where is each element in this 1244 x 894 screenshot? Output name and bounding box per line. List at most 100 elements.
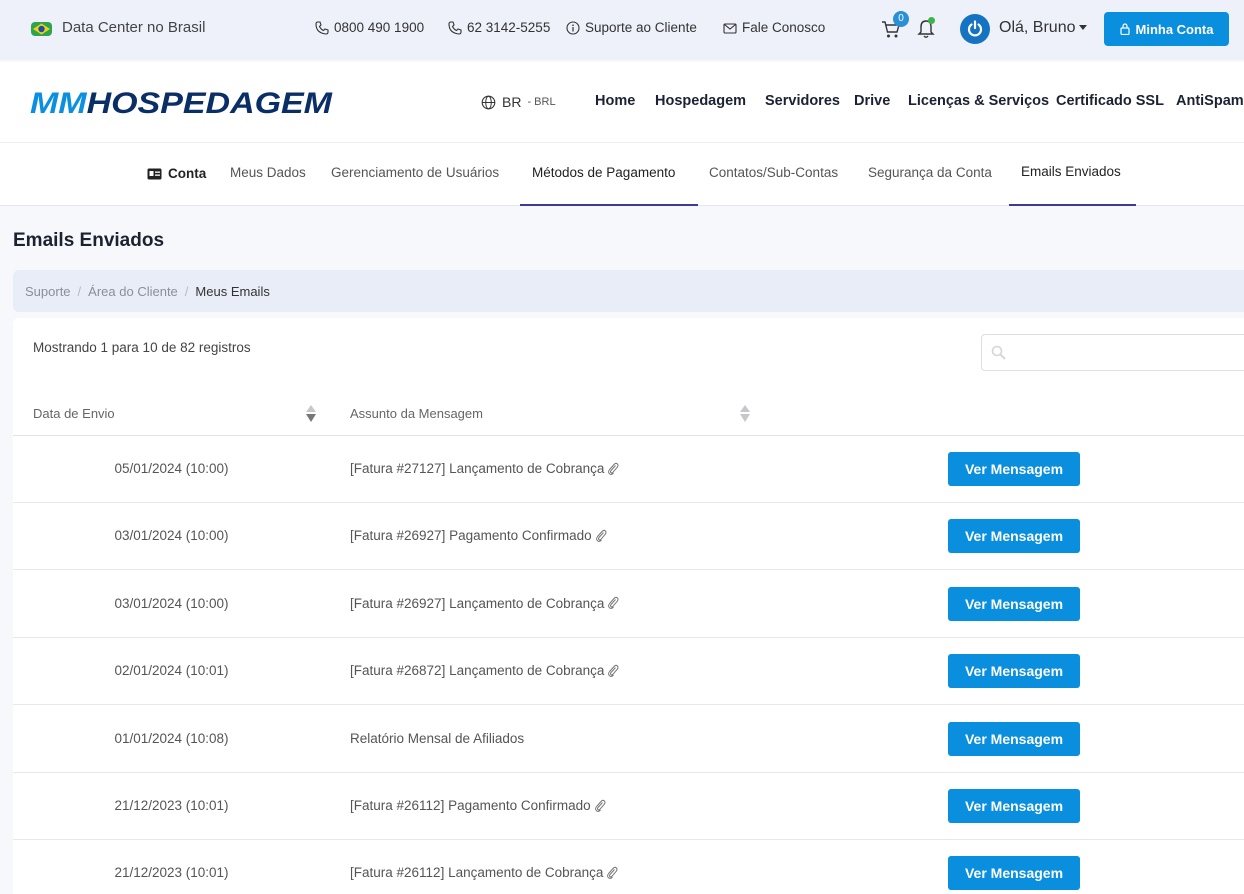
paperclip-icon — [608, 664, 619, 677]
phone-icon — [448, 20, 462, 35]
row-date: 01/01/2024 (10:08) — [114, 730, 229, 746]
user-menu-toggle[interactable]: Olá, Bruno — [999, 19, 1088, 37]
paperclip-icon — [595, 529, 607, 542]
power-icon — [967, 20, 983, 37]
phone-link-1[interactable]: 0800 490 1900 — [315, 20, 424, 35]
support-label: Suporte ao Cliente — [585, 20, 697, 35]
main-navigation: MM HOSPEDAGEM BR - BRL Home Hospedagem Ser… — [0, 62, 1244, 142]
greeting-label: Olá, Bruno — [999, 19, 1076, 36]
language-code: BR — [502, 94, 522, 110]
tab-seguranca[interactable]: Segurança da Conta — [868, 165, 992, 180]
row-date: 03/01/2024 (10:00) — [114, 595, 229, 611]
tab-meus-dados[interactable]: Meus Dados — [230, 165, 306, 180]
row-subject-text: Relatório Mensal de Afiliados — [350, 730, 525, 746]
mail-icon — [723, 22, 737, 34]
page-title: Emails Enviados — [13, 230, 165, 251]
table-row: 05/01/2024 (10:00) [Fatura #27127] Lançam… — [13, 436, 1244, 503]
row-subject-text: [Fatura #26927] Lançamento de Cobrança — [350, 595, 605, 611]
phone-link-2[interactable]: 62 3142-5255 — [448, 20, 550, 35]
column-header-date[interactable]: Data de Envio — [33, 406, 115, 421]
phone-number-2: 62 3142-5255 — [467, 20, 551, 35]
sort-desc-icon[interactable] — [305, 403, 317, 423]
row-date: 03/01/2024 (10:00) — [114, 528, 229, 544]
notification-dot — [928, 17, 935, 24]
tab-gerenciamento-usuarios[interactable]: Gerenciamento de Usuários — [331, 165, 499, 180]
view-message-button[interactable]: Ver Mensagem — [948, 586, 1080, 621]
paperclip-icon — [608, 597, 619, 610]
row-subject: [Fatura #27127] Lançamento de Cobrança — [350, 461, 619, 476]
view-message-button[interactable]: Ver Mensagem — [948, 789, 1080, 823]
table-row: 03/01/2024 (10:00) [Fatura #26927] Lançam… — [13, 571, 1244, 638]
column-header-subject[interactable]: Assunto da Mensagem — [350, 406, 483, 421]
breadcrumb-current: Meus Emails — [195, 283, 270, 299]
tab-conta[interactable]: Conta — [147, 166, 206, 181]
tab-contatos[interactable]: Contatos/Sub-Contas — [709, 165, 838, 180]
tab-emails-enviados[interactable]: Emails Enviados — [1021, 164, 1121, 179]
nav-ssl[interactable]: Certificado SSL — [1056, 93, 1164, 109]
view-message-button[interactable]: Ver Mensagem — [948, 452, 1080, 486]
table-row: 01/01/2024 (10:08) Relatório Mensal de Af… — [13, 706, 1244, 773]
view-message-button[interactable]: Ver Mensagem — [948, 721, 1080, 756]
globe-icon — [481, 95, 496, 109]
nav-servidores[interactable]: Servidores — [765, 93, 840, 109]
row-date: 02/01/2024 (10:01) — [114, 663, 229, 679]
support-link[interactable]: Suporte ao Cliente — [566, 20, 697, 35]
view-message-button[interactable]: Ver Mensagem — [948, 519, 1080, 554]
paperclip-icon — [608, 462, 619, 475]
search-input[interactable] — [981, 334, 1244, 371]
contact-label: Fale Conosco — [742, 20, 826, 35]
nav-drive[interactable]: Drive — [854, 93, 890, 109]
view-message-button[interactable]: Ver Mensagem — [948, 654, 1080, 689]
account-subnav: Conta Meus Dados Gerenciamento de Usuári… — [0, 142, 1244, 206]
nav-antispam[interactable]: AntiSpam — [1176, 93, 1244, 109]
table-row: 21/12/2023 (10:01) [Fatura #26112] Lançam… — [13, 840, 1244, 894]
view-message-button[interactable]: Ver Mensagem — [948, 856, 1080, 891]
tab-underline-emails — [1009, 204, 1136, 206]
records-count: Mostrando 1 para 10 de 82 registros — [33, 340, 251, 355]
logo-mm: MM — [30, 87, 88, 120]
row-subject: [Fatura #26112] Pagamento Confirmado — [350, 798, 606, 813]
tab-underline-pagamento — [520, 204, 698, 206]
breadcrumb-separator: / — [184, 283, 189, 299]
row-subject-text: [Fatura #26927] Pagamento Confirmado — [350, 528, 592, 544]
breadcrumb-separator: / — [77, 283, 82, 299]
row-date: 05/01/2024 (10:00) — [114, 461, 229, 476]
sort-icon[interactable] — [739, 403, 751, 423]
contact-link[interactable]: Fale Conosco — [723, 20, 825, 35]
svg-text:MMHOSPEDAGEM: MM HOSPEDAGEM — [30, 87, 333, 120]
breadcrumb-area-cliente[interactable]: Área do Cliente — [88, 284, 178, 299]
row-subject-text: [Fatura #27127] Lançamento de Cobrança — [350, 461, 605, 476]
avatar[interactable] — [960, 14, 990, 44]
table-row: 21/12/2023 (10:01) [Fatura #26112] Pagame… — [13, 773, 1244, 840]
row-subject-text: [Fatura #26872] Lançamento de Cobrança — [350, 663, 605, 679]
brazil-flag-icon — [31, 22, 52, 36]
chevron-down-icon — [1079, 25, 1088, 31]
info-icon — [566, 20, 580, 35]
paperclip-icon — [607, 866, 618, 879]
nav-home[interactable]: Home — [595, 93, 635, 109]
cart-count-badge: 0 — [893, 11, 909, 27]
row-date: 21/12/2023 (10:01) — [114, 865, 229, 881]
row-subject-text: [Fatura #26112] Lançamento de Cobrança — [350, 865, 604, 881]
breadcrumb-suporte[interactable]: Suporte — [25, 284, 71, 299]
lock-icon — [1119, 23, 1130, 35]
brand-logo[interactable]: MM HOSPEDAGEM — [30, 84, 335, 120]
datacenter-label: Data Center no Brasil — [62, 19, 206, 36]
tab-metodos-pagamento[interactable]: Métodos de Pagamento — [532, 165, 675, 180]
phone-icon — [315, 20, 329, 35]
language-selector[interactable]: BR - BRL — [481, 94, 556, 110]
row-subject: Relatório Mensal de Afiliados — [350, 731, 524, 746]
id-card-icon — [147, 168, 162, 180]
nav-licencas[interactable]: Licenças & Serviços — [908, 93, 1049, 109]
my-account-button[interactable]: Minha Conta — [1104, 12, 1229, 46]
my-account-label: Minha Conta — [1135, 21, 1214, 37]
row-subject-text: [Fatura #26112] Pagamento Confirmado — [350, 798, 591, 813]
nav-hospedagem[interactable]: Hospedagem — [655, 93, 746, 109]
breadcrumb: Suporte / Área do Cliente / Meus Emails — [13, 270, 1244, 312]
emails-table-card: Mostrando 1 para 10 de 82 registros Data… — [13, 318, 1244, 894]
row-subject: [Fatura #26927] Lançamento de Cobrança — [350, 596, 619, 611]
paperclip-icon — [594, 799, 606, 812]
table-row: 02/01/2024 (10:01) [Fatura #26872] Lançam… — [13, 638, 1244, 706]
tab-conta-label: Conta — [168, 166, 207, 181]
row-date: 21/12/2023 (10:01) — [114, 798, 229, 813]
